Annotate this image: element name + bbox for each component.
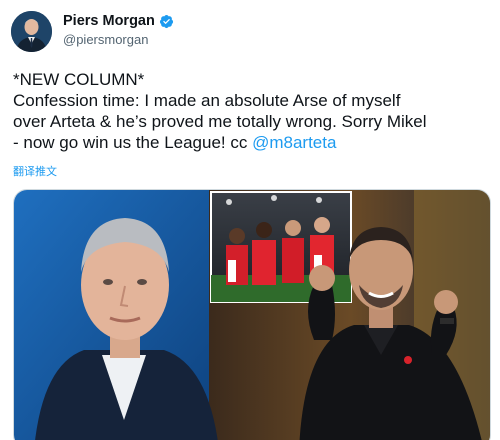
author-name[interactable]: Piers Morgan	[63, 13, 155, 29]
author-handle[interactable]: @piersmorgan	[63, 32, 148, 47]
tweet-text: *NEW COLUMN* Confession time: I made an …	[13, 69, 493, 153]
verified-badge-icon	[159, 14, 174, 29]
mention-link[interactable]: @m8arteta	[252, 133, 336, 152]
tweet-line-4: - now go win us the League! cc @m8arteta	[13, 132, 493, 153]
tweet-card: Piers Morgan @piersmorgan *NEW COLUMN* C…	[0, 0, 500, 440]
tweet-line-4-text: - now go win us the League! cc	[13, 133, 253, 152]
translate-tweet-link[interactable]: 翻译推文	[13, 163, 57, 179]
tweet-line-1: *NEW COLUMN*	[13, 70, 145, 89]
tweet-media-image[interactable]	[13, 189, 491, 440]
tweet-line-3: over Arteta & he’s proved me totally wro…	[13, 112, 427, 131]
avatar-portrait-icon	[11, 11, 52, 52]
author-avatar[interactable]	[11, 11, 52, 52]
author-name-row[interactable]: Piers Morgan	[63, 13, 174, 29]
column-promo-image	[14, 190, 490, 440]
tweet-line-2: Confession time: I made an absolute Arse…	[13, 91, 401, 110]
